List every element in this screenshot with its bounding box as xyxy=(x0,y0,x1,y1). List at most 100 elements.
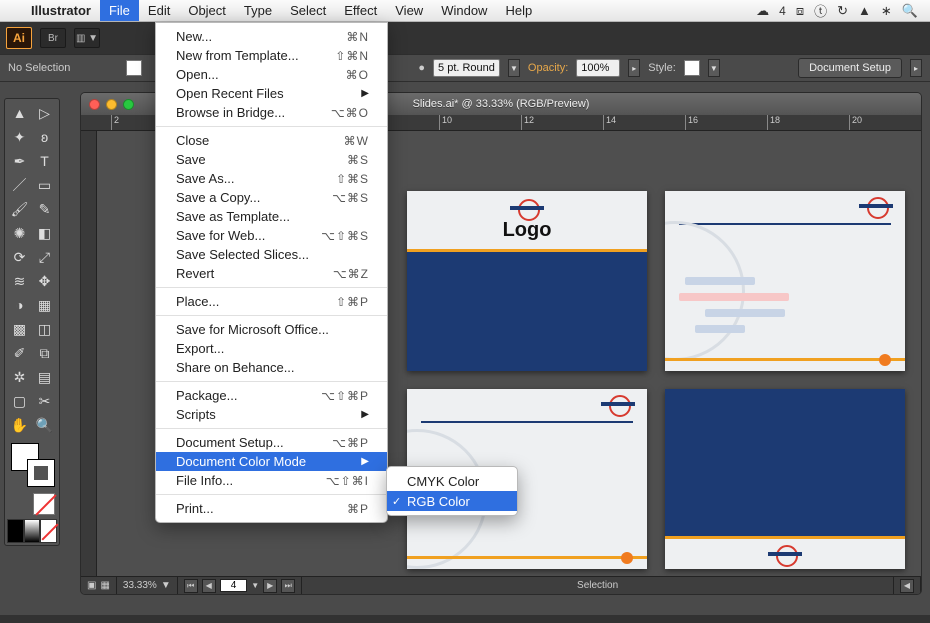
opacity-field[interactable]: 100% xyxy=(576,59,620,77)
close-icon[interactable] xyxy=(89,99,100,110)
ruler-vertical[interactable] xyxy=(81,131,97,576)
menu-item-scripts[interactable]: Scripts▶ xyxy=(156,405,387,424)
menu-item-save[interactable]: Save⌘S xyxy=(156,150,387,169)
tool-free-transform[interactable]: ✥ xyxy=(32,269,57,293)
tool-selection[interactable]: ▲ xyxy=(7,101,32,125)
tool-rectangle[interactable]: ▭ xyxy=(32,173,57,197)
menu-item-new-from-template[interactable]: New from Template...⇧⌘N xyxy=(156,46,387,65)
tool-symbol-spray[interactable]: ✲ xyxy=(7,365,32,389)
artboard-2[interactable] xyxy=(665,191,905,371)
tool-scale[interactable]: ⤢ xyxy=(32,245,57,269)
last-artboard[interactable]: ⏭ xyxy=(281,579,295,593)
tool-pencil[interactable]: ✎ xyxy=(32,197,57,221)
artboard-1[interactable]: Logo xyxy=(407,191,647,371)
menu-effect[interactable]: Effect xyxy=(335,0,386,21)
tool-eraser[interactable]: ◧ xyxy=(32,221,57,245)
menu-type[interactable]: Type xyxy=(235,0,281,21)
dropbox-icon[interactable]: ⧈ xyxy=(796,3,804,19)
minimize-icon[interactable] xyxy=(106,99,117,110)
view-mode-icon[interactable]: ▣ xyxy=(87,580,96,591)
tool-width[interactable]: ≋ xyxy=(7,269,32,293)
menu-item-place[interactable]: Place...⇧⌘P xyxy=(156,292,387,311)
color-none[interactable] xyxy=(40,519,57,543)
menu-item-open[interactable]: Open...⌘O xyxy=(156,65,387,84)
scroll-left[interactable]: ◀ xyxy=(900,579,914,593)
menu-item-new[interactable]: New...⌘N xyxy=(156,27,387,46)
bridge-button[interactable]: Br xyxy=(40,28,66,48)
zoom-icon[interactable] xyxy=(123,99,134,110)
submenu-item-cmyk-color[interactable]: CMYK Color xyxy=(387,471,517,491)
tool-artboard[interactable]: ▢ xyxy=(7,389,32,413)
menu-window[interactable]: Window xyxy=(432,0,496,21)
menu-item-revert[interactable]: Revert⌥⌘Z xyxy=(156,264,387,283)
tool-magic-wand[interactable]: ✦ xyxy=(7,125,32,149)
none-color[interactable] xyxy=(33,493,55,515)
menu-item-browse-in-bridge[interactable]: Browse in Bridge...⌥⌘O xyxy=(156,103,387,122)
tool-brush[interactable]: 🖌 xyxy=(7,197,32,221)
fill-stroke-control[interactable] xyxy=(7,441,57,489)
artboard-number[interactable]: 4 xyxy=(220,579,248,592)
style-swatch[interactable] xyxy=(684,60,700,76)
menu-file[interactable]: File xyxy=(100,0,139,21)
stroke-profile[interactable]: 5 pt. Round xyxy=(433,59,500,77)
menu-item-save-for-web[interactable]: Save for Web...⌥⇧⌘S xyxy=(156,226,387,245)
fill-swatch[interactable] xyxy=(126,60,142,76)
tool-blob[interactable]: ✺ xyxy=(7,221,32,245)
stroke-dropdown[interactable]: ▼ xyxy=(508,59,520,77)
tool-gradient[interactable]: ◫ xyxy=(32,317,57,341)
menu-select[interactable]: Select xyxy=(281,0,335,21)
tool-type[interactable]: T xyxy=(32,149,57,173)
menu-item-save-as-template[interactable]: Save as Template... xyxy=(156,207,387,226)
menu-item-save-a-copy[interactable]: Save a Copy...⌥⌘S xyxy=(156,188,387,207)
menu-item-save-selected-slices[interactable]: Save Selected Slices... xyxy=(156,245,387,264)
sync-icon[interactable]: ↻ xyxy=(837,3,848,19)
menu-item-share-on-behance[interactable]: Share on Behance... xyxy=(156,358,387,377)
menu-item-document-color-mode[interactable]: Document Color Mode▶ xyxy=(156,452,387,471)
tool-direct-select[interactable]: ▷ xyxy=(32,101,57,125)
prev-artboard[interactable]: ◀ xyxy=(202,579,216,593)
tool-graph[interactable]: ▤ xyxy=(32,365,57,389)
menu-item-print[interactable]: Print...⌘P xyxy=(156,499,387,518)
submenu-item-rgb-color[interactable]: ✓RGB Color xyxy=(387,491,517,511)
next-artboard[interactable]: ▶ xyxy=(263,579,277,593)
menu-item-close[interactable]: Close⌘W xyxy=(156,131,387,150)
te-icon[interactable]: ⓣ xyxy=(814,1,827,20)
menu-item-save-as[interactable]: Save As...⇧⌘S xyxy=(156,169,387,188)
tool-rotate[interactable]: ⟳ xyxy=(7,245,32,269)
menu-view[interactable]: View xyxy=(386,0,432,21)
artboard-4[interactable] xyxy=(665,389,905,569)
opacity-dropdown[interactable]: ▸ xyxy=(628,59,640,77)
color-gradient[interactable] xyxy=(24,519,41,543)
tool-eyedropper[interactable]: ✐ xyxy=(7,341,32,365)
menu-item-package[interactable]: Package...⌥⇧⌘P xyxy=(156,386,387,405)
tool-slice[interactable]: ✂ xyxy=(32,389,57,413)
zoom-field[interactable]: 33.33% ▼ xyxy=(117,577,178,594)
spotlight-icon[interactable]: 🔍 xyxy=(902,3,918,19)
arrange-button[interactable]: ▥ ▼ xyxy=(74,28,100,48)
cc-icon[interactable]: ☁ xyxy=(756,3,769,19)
view-mode-icon-2[interactable]: ▦ xyxy=(100,580,109,591)
menu-object[interactable]: Object xyxy=(179,0,235,21)
bluetooth-icon[interactable]: ∗ xyxy=(881,3,892,19)
tool-blend[interactable]: ⧉ xyxy=(32,341,57,365)
tool-mesh[interactable]: ▩ xyxy=(7,317,32,341)
menu-item-save-for-microsoft-office[interactable]: Save for Microsoft Office... xyxy=(156,320,387,339)
tool-zoom[interactable]: 🔍 xyxy=(32,413,57,437)
tool-perspective[interactable]: ▦ xyxy=(32,293,57,317)
style-dropdown[interactable]: ▼ xyxy=(708,59,720,77)
menu-edit[interactable]: Edit xyxy=(139,0,179,21)
menu-item-file-info[interactable]: File Info...⌥⇧⌘I xyxy=(156,471,387,490)
tool-line[interactable]: ／ xyxy=(7,173,32,197)
document-setup-button[interactable]: Document Setup xyxy=(798,58,902,78)
more-button[interactable]: ▸ xyxy=(910,59,922,77)
app-name[interactable]: Illustrator xyxy=(22,3,100,18)
menu-item-export[interactable]: Export... xyxy=(156,339,387,358)
tool-lasso[interactable]: ʚ xyxy=(32,125,57,149)
tool-shape-builder[interactable]: ◑ xyxy=(7,293,32,317)
wifi-icon[interactable]: ▲ xyxy=(858,3,871,18)
color-normal[interactable] xyxy=(7,519,24,543)
menu-help[interactable]: Help xyxy=(496,0,541,21)
first-artboard[interactable]: ⏮ xyxy=(184,579,198,593)
tool-pen[interactable]: ✒ xyxy=(7,149,32,173)
menu-item-open-recent-files[interactable]: Open Recent Files▶ xyxy=(156,84,387,103)
